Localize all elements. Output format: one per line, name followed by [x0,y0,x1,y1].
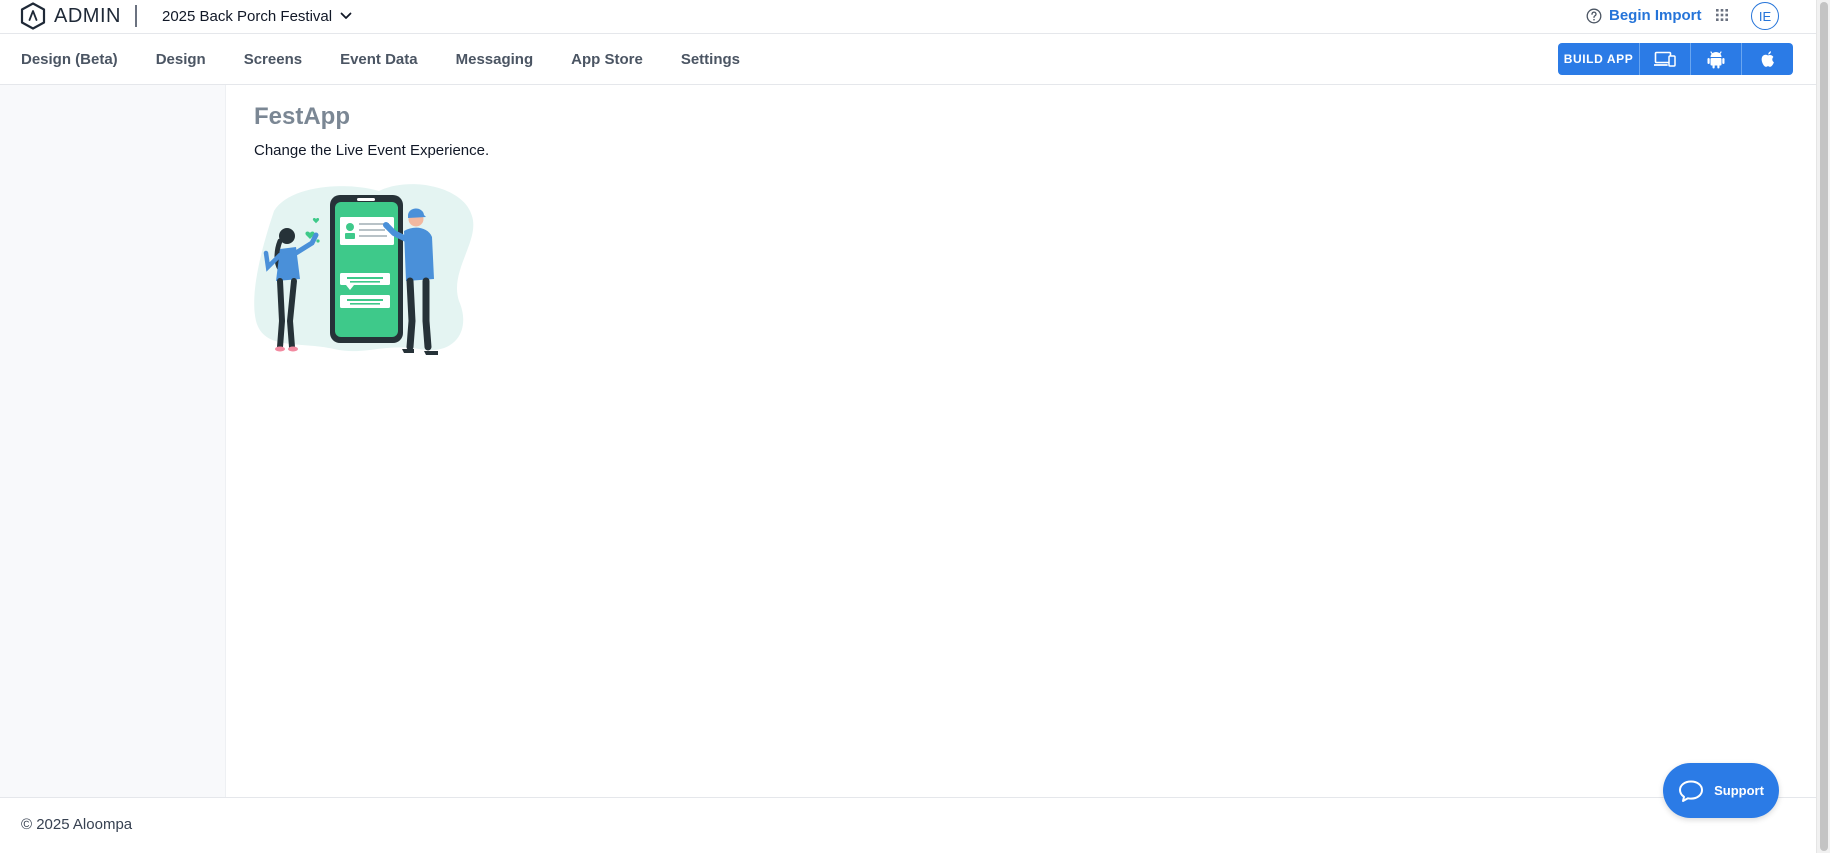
tab-event-data[interactable]: Event Data [340,51,418,68]
tab-design-beta[interactable]: Design (Beta) [21,51,118,68]
build-android-button[interactable] [1691,43,1742,75]
help-circle-icon [1586,8,1602,23]
footer: © 2025 Aloompa [0,797,1816,853]
build-web-button[interactable] [1640,43,1691,75]
avatar[interactable]: IE [1751,2,1779,30]
festapp-illustration [254,184,474,355]
tab-settings[interactable]: Settings [681,51,740,68]
divider [135,5,137,27]
chevron-down-icon [340,12,352,19]
copyright: © 2025 Aloompa [21,816,133,833]
chat-bubble-icon [1679,780,1704,802]
begin-import-label: Begin Import [1609,7,1702,24]
scrollbar[interactable] [1816,0,1830,853]
sidebar [0,85,226,797]
tab-screens[interactable]: Screens [244,51,302,68]
nav-tabs: Design (Beta) Design Screens Event Data … [21,34,778,84]
apple-icon [1761,51,1774,67]
devices-icon [1654,51,1676,67]
logo-icon [20,2,46,30]
apps-grid-icon[interactable] [1715,8,1729,22]
support-label: Support [1714,783,1764,798]
main-content: FestApp Change the Live Event Experience… [226,85,1816,797]
build-ios-button[interactable] [1742,43,1793,75]
page-subtitle: Change the Live Event Experience. [254,142,490,159]
begin-import-link[interactable]: Begin Import [1586,7,1702,24]
scrollbar-thumb[interactable] [1820,2,1828,851]
android-icon [1707,51,1725,69]
tab-design[interactable]: Design [156,51,206,68]
main-nav: Design (Beta) Design Screens Event Data … [0,34,1816,85]
top-bar: ADMIN 2025 Back Porch Festival Begin Imp… [0,0,1816,34]
page-title: FestApp [254,103,350,130]
project-select-value: 2025 Back Porch Festival [162,7,333,25]
support-button[interactable]: Support [1663,763,1779,818]
build-app-button[interactable]: BUILD APP [1558,43,1640,75]
logo-text: ADMIN [54,4,121,27]
logo[interactable]: ADMIN [20,2,121,30]
tab-messaging[interactable]: Messaging [456,51,534,68]
project-select[interactable]: 2025 Back Porch Festival [162,5,352,27]
build-app-group: BUILD APP [1558,43,1793,75]
tab-app-store[interactable]: App Store [571,51,643,68]
